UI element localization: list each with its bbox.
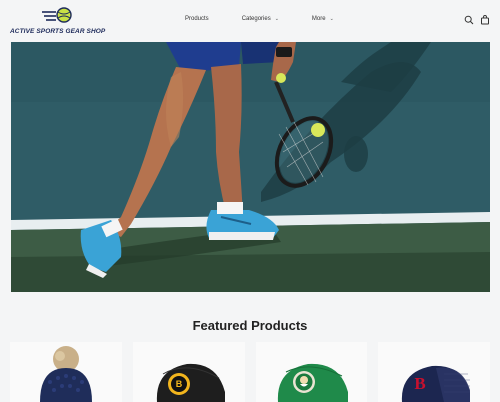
logo-icon <box>42 7 72 23</box>
product-card[interactable] <box>255 342 368 402</box>
nav-item-label: Categories <box>241 16 271 22</box>
nav-item-products[interactable]: Products <box>185 16 209 22</box>
chevron-down-icon: ⌄ <box>274 16 279 22</box>
product-card[interactable] <box>10 342 122 402</box>
cart-icon[interactable] <box>480 15 490 25</box>
nav-item-more[interactable]: More ⌄ <box>312 16 334 22</box>
nav-item-categories[interactable]: Categories ⌄ <box>242 16 279 22</box>
product-grid: B B <box>10 342 490 402</box>
chevron-down-icon: ⌄ <box>329 16 334 22</box>
header-actions <box>458 15 490 25</box>
product-card[interactable]: B <box>378 342 490 402</box>
site-header: ACTIVE SPORTS GEAR SHOP Products Categor… <box>0 0 500 42</box>
black-cap-bruins-image: B <box>156 363 225 402</box>
featured-products-heading: Featured Products <box>192 318 308 333</box>
navy-beanie-image <box>40 346 92 402</box>
main-nav: Products Categories ⌄ More ⌄ <box>185 16 367 22</box>
green-cap-celtics-image <box>277 363 348 402</box>
nav-item-label: Products <box>185 16 209 22</box>
product-card[interactable]: B <box>132 342 245 402</box>
svg-text:B: B <box>415 374 426 393</box>
svg-text:B: B <box>176 379 183 389</box>
nav-item-label: More <box>311 16 326 22</box>
navy-cap-red-sox-image: B <box>402 365 471 402</box>
hero-image <box>11 42 490 292</box>
logo-text: ACTIVE SPORTS GEAR SHOP <box>10 28 106 35</box>
tennis-player-illustration <box>11 42 490 292</box>
search-icon[interactable] <box>464 15 474 25</box>
site-logo[interactable]: ACTIVE SPORTS GEAR SHOP <box>10 6 110 38</box>
